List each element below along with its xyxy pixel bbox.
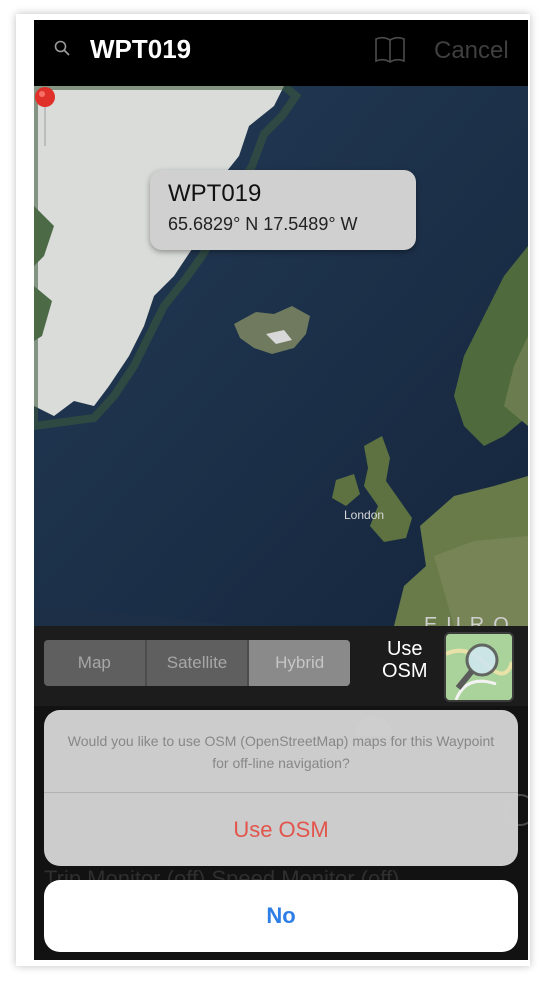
city-label-london: London bbox=[344, 508, 385, 522]
map-type-map[interactable]: Map bbox=[44, 640, 147, 686]
search-bar: WPT019 Cancel bbox=[34, 20, 528, 86]
use-osm-button[interactable]: Use OSM bbox=[44, 793, 518, 866]
waypoint-coordinates: 65.6829° N 17.5489° W bbox=[168, 214, 358, 234]
app-screen: WPT019 Cancel WPT019 65.6829° N 17.5489°… bbox=[34, 20, 528, 960]
cancel-search-button[interactable]: Cancel bbox=[434, 37, 509, 65]
map-pin-icon[interactable] bbox=[34, 86, 56, 146]
waypoint-name: WPT019 bbox=[168, 180, 262, 207]
osm-map-button[interactable] bbox=[444, 632, 514, 702]
region-label-europe: EURO bbox=[424, 614, 518, 626]
magnifier-map-icon bbox=[446, 634, 512, 700]
map-type-hybrid[interactable]: Hybrid bbox=[249, 640, 350, 686]
no-button[interactable]: No bbox=[44, 880, 518, 952]
bookmarks-icon[interactable] bbox=[374, 36, 406, 64]
map-controls: Map Satellite Hybrid Use OSM bbox=[34, 626, 528, 706]
waypoint-callout[interactable]: WPT019 65.6829° N 17.5489° W bbox=[150, 170, 416, 250]
osm-action-sheet: Would you like to use OSM (OpenStreetMap… bbox=[44, 710, 518, 866]
use-osm-label: Use OSM bbox=[382, 638, 428, 682]
map-type-segmented-control[interactable]: Map Satellite Hybrid bbox=[44, 640, 350, 686]
map-type-satellite[interactable]: Satellite bbox=[147, 640, 250, 686]
action-sheet-message: Would you like to use OSM (OpenStreetMap… bbox=[67, 733, 495, 771]
search-query-text[interactable]: WPT019 bbox=[90, 34, 191, 65]
map-terrain bbox=[34, 86, 528, 626]
satellite-map[interactable]: WPT019 65.6829° N 17.5489° W London EURO bbox=[34, 86, 528, 626]
search-icon bbox=[54, 40, 70, 56]
